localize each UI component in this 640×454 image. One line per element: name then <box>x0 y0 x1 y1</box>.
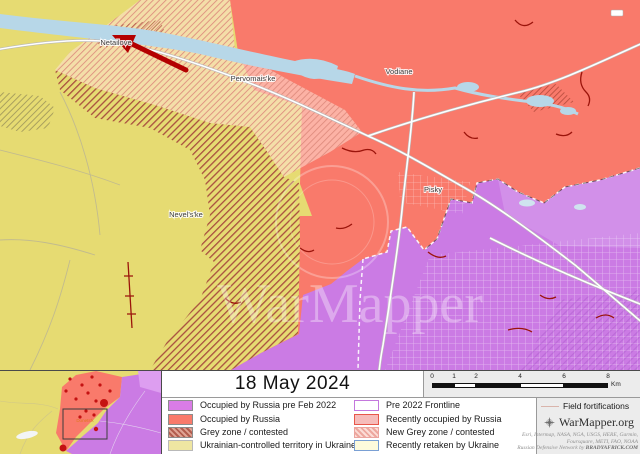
warmapper-screenshot: WarMapper Netailove Pervomais'ke Vodiane… <box>0 0 640 453</box>
legend-item-pre-2022-frontline: Pre 2022 Frontline <box>354 399 460 411</box>
town-label-pisky: Pisky <box>424 185 442 194</box>
scale-tick: 0 <box>430 373 434 380</box>
legend-swatch-recently-retaken <box>354 440 379 451</box>
legend-swatch-grey-zone <box>168 427 193 438</box>
scale-tick: 2 <box>474 373 478 380</box>
scale-bar-segments <box>432 383 608 388</box>
route-shield <box>611 10 623 16</box>
minimap-city-label: Donets'k <box>76 418 94 423</box>
scale-tick: 6 <box>562 373 566 380</box>
branding-block: Field fortifications WarMapper.org Esri,… <box>536 398 640 454</box>
pond-2 <box>457 82 479 92</box>
attribution-line: Russian Defensive Network by BRADYAFRICK… <box>517 445 638 452</box>
town-label-vodiane: Vodiane <box>385 67 412 76</box>
legend-item-recently-retaken: Recently retaken by Ukraine <box>354 439 499 451</box>
scale-bar: 0 1 2 4 6 8 Km <box>423 371 640 398</box>
legend-item-occupied-pre-2022: Occupied by Russia pre Feb 2022 <box>168 399 336 411</box>
legend-swatch-recently-occupied <box>354 414 379 425</box>
watermark-text: WarMapper <box>217 273 483 335</box>
town-label-nevelske: Nevel's'ke <box>169 210 203 219</box>
legend-swatch-new-grey-zone <box>354 427 379 438</box>
legend-item-occupied-russia: Occupied by Russia <box>168 413 280 425</box>
town-label-pervomaiske: Pervomais'ke <box>231 74 276 83</box>
map-footer: Donets'k 18 May 2024 0 1 2 4 6 8 <box>0 370 640 454</box>
pond-6 <box>574 204 586 210</box>
legend-item-field-fortifications: Field fortifications <box>541 401 637 411</box>
attribution-line: Esri, Intermap, NASA, NGA, USGS, HERE, G… <box>517 432 638 439</box>
pond-4 <box>560 107 576 115</box>
pond-5 <box>519 200 535 207</box>
compass-rose-icon <box>544 417 555 428</box>
title-block: 18 May 2024 <box>162 371 423 398</box>
pond-3 <box>526 95 554 107</box>
legend-area-column: Occupied by Russia pre Feb 2022 Occupied… <box>162 398 348 454</box>
town-label-netailove: Netailove <box>100 38 131 47</box>
legend-overlay-column: Pre 2022 Frontline Recently occupied by … <box>348 398 536 454</box>
legend-item-new-grey-zone: New Grey zone / contested <box>354 426 495 438</box>
overview-minimap: Donets'k <box>0 371 162 454</box>
site-branding: WarMapper.org <box>537 415 640 430</box>
legend-swatch-purple <box>168 400 193 411</box>
legend-item-recently-occupied: Recently occupied by Russia <box>354 413 502 425</box>
map-date: 18 May 2024 <box>235 373 350 395</box>
scale-tick: 8 <box>606 373 610 380</box>
legend-swatch-frontline <box>354 400 379 411</box>
legend-item-grey-zone: Grey zone / contested <box>168 426 288 438</box>
scale-tick: 4 <box>518 373 522 380</box>
scale-unit: Km <box>611 381 621 388</box>
legend-swatch-red <box>168 414 193 425</box>
legend-swatch-fortification-line <box>541 406 559 407</box>
legend-swatch-yellow <box>168 440 193 451</box>
scale-tick: 1 <box>452 373 456 380</box>
legend-item-ukrainian-territory: Ukrainian-controlled territory in Ukrain… <box>168 439 356 451</box>
site-name: WarMapper.org <box>559 415 634 430</box>
main-map: WarMapper Netailove Pervomais'ke Vodiane… <box>0 0 640 370</box>
attribution: Esri, Intermap, NASA, NGA, USGS, HERE, G… <box>517 432 638 452</box>
